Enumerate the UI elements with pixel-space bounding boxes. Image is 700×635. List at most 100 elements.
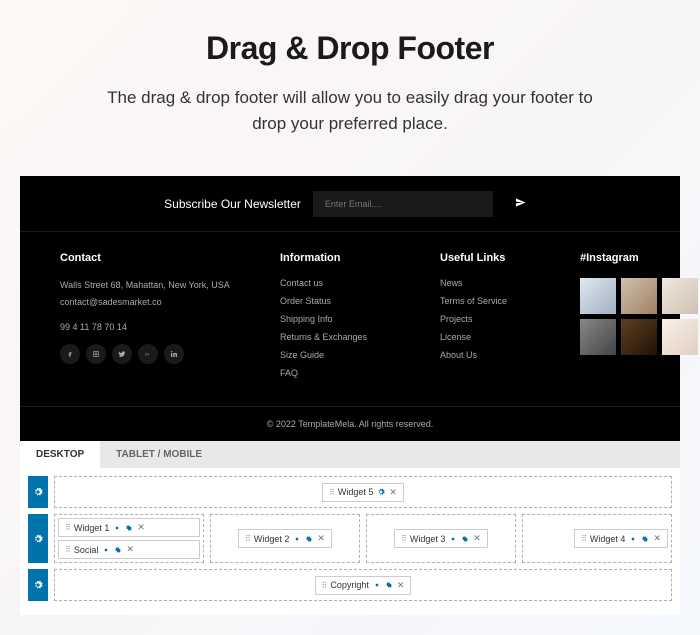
widget-1[interactable]: ⠿ Widget 1 ✕: [58, 518, 200, 537]
widget-label: Copyright: [330, 580, 369, 590]
contact-phone: 99 4 11 78 70 14: [60, 322, 260, 332]
gear-icon[interactable]: [449, 535, 457, 543]
drag-handle-icon[interactable]: ⠿: [245, 534, 250, 543]
close-icon[interactable]: ✕: [473, 533, 481, 544]
close-icon[interactable]: ✕: [397, 580, 405, 591]
twitter-icon[interactable]: [112, 344, 132, 364]
info-link[interactable]: Size Guide: [280, 350, 420, 360]
instagram-thumb[interactable]: [662, 278, 698, 314]
close-icon[interactable]: ✕: [653, 533, 661, 544]
drop-zone[interactable]: ⠿ Widget 2 ✕: [210, 514, 360, 563]
duplicate-icon[interactable]: [461, 535, 469, 543]
editor-row: ⠿ Widget 1 ✕ ⠿ Social ✕: [28, 514, 672, 563]
close-icon[interactable]: ✕: [389, 487, 397, 498]
drop-zone[interactable]: ⠿ Widget 3 ✕: [366, 514, 516, 563]
close-icon[interactable]: ✕: [317, 533, 325, 544]
duplicate-icon[interactable]: [305, 535, 313, 543]
useful-link[interactable]: License: [440, 332, 560, 342]
widget-5[interactable]: ⠿ Widget 5 ✕: [322, 483, 404, 502]
contact-address: Walls Street 68, Mahattan, New York, USA: [60, 278, 260, 292]
drop-zone[interactable]: ⠿ Copyright ✕: [54, 569, 672, 601]
widget-label: Widget 4: [590, 534, 626, 544]
duplicate-icon[interactable]: [641, 535, 649, 543]
widget-label: Widget 1: [74, 523, 110, 533]
instagram-thumb[interactable]: [580, 319, 616, 355]
info-link[interactable]: Order Status: [280, 296, 420, 306]
drop-zone[interactable]: ⠿ Widget 5 ✕: [54, 476, 672, 508]
drag-handle-icon[interactable]: ⠿: [65, 545, 70, 554]
info-link[interactable]: Shipping Info: [280, 314, 420, 324]
footer-preview: Subscribe Our Newsletter Contact Walls S…: [20, 176, 680, 441]
close-icon[interactable]: ✕: [137, 522, 145, 533]
information-heading: Information: [280, 252, 420, 264]
gear-icon: [33, 534, 43, 544]
useful-link[interactable]: Projects: [440, 314, 560, 324]
useful-link[interactable]: Terms of Service: [440, 296, 560, 306]
newsletter-label: Subscribe Our Newsletter: [164, 197, 301, 211]
gear-icon: [33, 487, 43, 497]
instagram-thumb[interactable]: [580, 278, 616, 314]
instagram-icon[interactable]: [86, 344, 106, 364]
close-icon[interactable]: ✕: [126, 544, 134, 555]
instagram-thumb[interactable]: [621, 278, 657, 314]
drop-zone[interactable]: ⠿ Widget 4 ✕: [522, 514, 672, 563]
gear-icon[interactable]: [113, 524, 121, 532]
facebook-icon[interactable]: [60, 344, 80, 364]
gear-icon[interactable]: [629, 535, 637, 543]
widget-copyright[interactable]: ⠿ Copyright ✕: [315, 576, 412, 595]
send-icon: [515, 197, 526, 208]
contact-heading: Contact: [60, 252, 260, 264]
editor-tabs: DESKTOP TABLET / MOBILE: [20, 441, 680, 468]
copyright-text: © 2022 TemplateMela. All rights reserved…: [20, 406, 680, 441]
drag-handle-icon[interactable]: ⠿: [322, 581, 327, 590]
footer-col-instagram: #Instagram: [580, 252, 698, 386]
useful-link[interactable]: News: [440, 278, 560, 288]
drag-handle-icon[interactable]: ⠿: [329, 488, 334, 497]
tab-mobile[interactable]: TABLET / MOBILE: [100, 441, 218, 468]
page-title: Drag & Drop Footer: [20, 30, 680, 67]
useful-heading: Useful Links: [440, 252, 560, 264]
widget-3[interactable]: ⠿ Widget 3 ✕: [394, 529, 488, 548]
linkedin-icon[interactable]: [164, 344, 184, 364]
instagram-thumb[interactable]: [662, 319, 698, 355]
duplicate-icon[interactable]: [114, 546, 122, 554]
widget-label: Widget 2: [254, 534, 290, 544]
newsletter-input[interactable]: [313, 191, 493, 217]
widget-label: Widget 3: [410, 534, 446, 544]
widget-label: Widget 5: [338, 487, 374, 497]
info-link[interactable]: Contact us: [280, 278, 420, 288]
widget-4[interactable]: ⠿ Widget 4 ✕: [574, 529, 668, 548]
tab-desktop[interactable]: DESKTOP: [20, 441, 100, 468]
gear-icon[interactable]: [293, 535, 301, 543]
newsletter-submit[interactable]: [505, 190, 536, 217]
instagram-thumb[interactable]: [621, 319, 657, 355]
gear-icon[interactable]: [377, 488, 385, 496]
page-subtitle: The drag & drop footer will allow you to…: [90, 85, 610, 136]
duplicate-icon[interactable]: [125, 524, 133, 532]
widget-social[interactable]: ⠿ Social ✕: [58, 540, 200, 559]
drop-zone[interactable]: ⠿ Widget 1 ✕ ⠿ Social ✕: [54, 514, 204, 563]
drag-handle-icon[interactable]: ⠿: [65, 523, 70, 532]
footer-col-contact: Contact Walls Street 68, Mahattan, New Y…: [60, 252, 260, 386]
widget-label: Social: [74, 545, 99, 555]
editor-row: ⠿ Copyright ✕: [28, 569, 672, 601]
footer-col-information: Information Contact us Order Status Ship…: [280, 252, 420, 386]
info-link[interactable]: FAQ: [280, 368, 420, 378]
gear-icon[interactable]: [373, 581, 381, 589]
footer-col-useful: Useful Links News Terms of Service Proje…: [440, 252, 560, 386]
row-settings-button[interactable]: [28, 569, 48, 601]
editor-row: ⠿ Widget 5 ✕: [28, 476, 672, 508]
duplicate-icon[interactable]: [385, 581, 393, 589]
drag-handle-icon[interactable]: ⠿: [581, 534, 586, 543]
newsletter-bar: Subscribe Our Newsletter: [20, 176, 680, 232]
useful-link[interactable]: About Us: [440, 350, 560, 360]
row-settings-button[interactable]: [28, 514, 48, 563]
info-link[interactable]: Returns & Exchanges: [280, 332, 420, 342]
google-plus-icon[interactable]: G+: [138, 344, 158, 364]
row-settings-button[interactable]: [28, 476, 48, 508]
social-row: G+: [60, 344, 260, 364]
gear-icon[interactable]: [102, 546, 110, 554]
contact-email: contact@sadesmarket.co: [60, 295, 260, 309]
widget-2[interactable]: ⠿ Widget 2 ✕: [238, 529, 332, 548]
drag-handle-icon[interactable]: ⠿: [401, 534, 406, 543]
